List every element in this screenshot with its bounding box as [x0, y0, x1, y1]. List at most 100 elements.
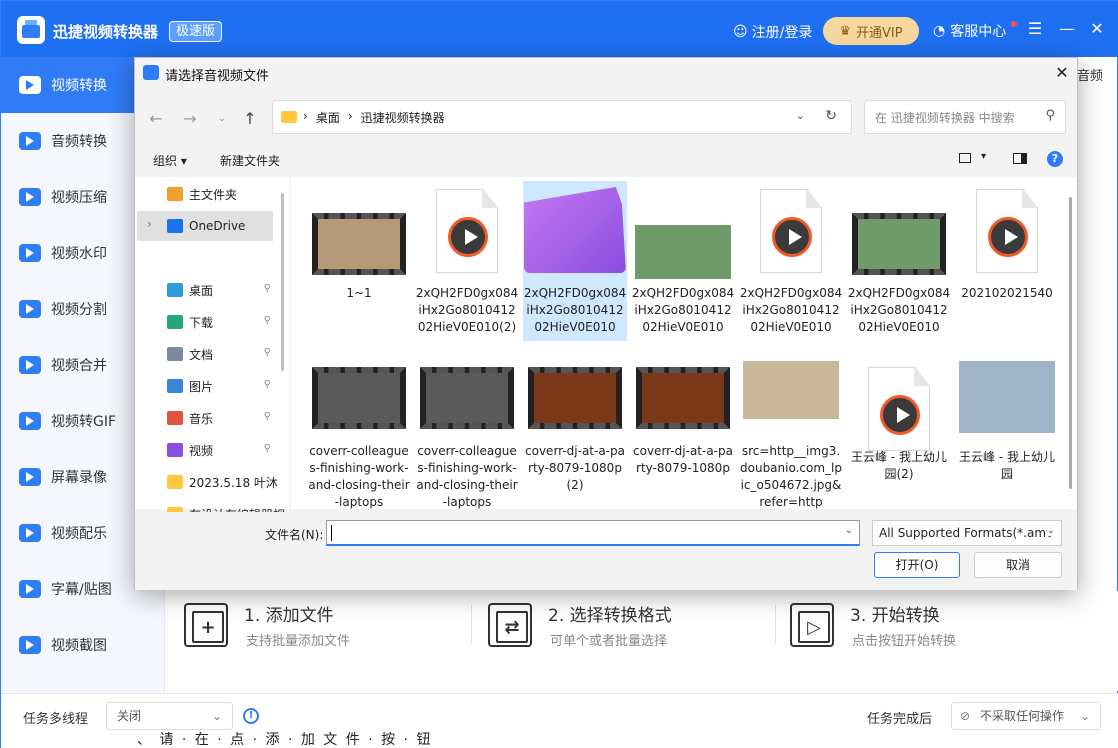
login-button[interactable]: ☺ 注册/登录: [733, 21, 812, 43]
open-button[interactable]: 打开(O): [874, 552, 960, 578]
step-divider: [471, 605, 472, 643]
step-symbol: +: [192, 611, 224, 643]
search-input[interactable]: 在 迅捷视频转换器 中搜索 ⚲: [864, 100, 1066, 134]
sidebar-item-label: 视频分割: [51, 302, 107, 318]
sidebar-item-label: 字幕/贴图: [51, 582, 112, 598]
breadcrumb-item[interactable]: 迅捷视频转换器: [361, 109, 445, 126]
sidebar-item-label: 视频水印: [51, 246, 107, 262]
cancel-button[interactable]: 取消: [974, 552, 1062, 578]
after-task-value: 不采取任何操作: [980, 709, 1065, 723]
file-item[interactable]: src=http__img3.doubanio.com_lpic_o504672…: [739, 359, 843, 509]
file-item[interactable]: 1~1: [307, 181, 411, 341]
expand-chevron-icon[interactable]: ›: [147, 217, 152, 231]
login-label: 注册/登录: [751, 25, 813, 41]
nav-item[interactable]: 2023.5.18 叶沐: [137, 467, 278, 497]
vip-button[interactable]: ♛ 开通VIP: [823, 17, 919, 45]
chevron-down-icon: ⌄: [211, 709, 222, 723]
nav-item[interactable]: 音乐 ⚲: [137, 403, 273, 433]
file-item[interactable]: 2xQH2FD0gx084iHx2Go801041202HieV0E010: [631, 181, 735, 341]
file-scrollbar[interactable]: [1069, 197, 1072, 489]
app-logo-icon: [17, 16, 45, 44]
thumbnail-image: [858, 219, 940, 269]
thumbnail-image: [318, 219, 400, 269]
file-name: 王云峰 - 我上幼儿园: [959, 450, 1055, 481]
video-convert-icon: [19, 76, 41, 94]
folder-icon: [281, 111, 297, 123]
background-tab-text: 音频: [1077, 69, 1104, 84]
file-item[interactable]: 2xQH2FD0gx084iHx2Go801041202HieV0E010: [739, 181, 843, 341]
thumbnail-image: [534, 373, 616, 423]
view-mode-icon[interactable]: [959, 153, 971, 163]
video-screenshot-icon: [19, 636, 41, 654]
file-item[interactable]: 2xQH2FD0gx084iHx2Go801041202HieV0E010(2): [415, 181, 519, 341]
filename-input[interactable]: ⌄: [326, 520, 860, 546]
nav-item[interactable]: 下载 ⚲: [137, 307, 273, 337]
thumbnail-image: [426, 373, 508, 423]
menu-icon[interactable]: ☰: [1025, 19, 1045, 39]
text-caret: [331, 525, 332, 541]
recent-dropdown-icon[interactable]: ⌄: [211, 108, 233, 130]
file-name: 2xQH2FD0gx084iHx2Go801041202HieV0E010: [523, 286, 627, 334]
nav-item[interactable]: 主文件夹: [137, 179, 273, 209]
play-icon: [772, 217, 812, 257]
refresh-icon[interactable]: ↻: [825, 108, 837, 124]
help-icon[interactable]: ?: [1047, 151, 1063, 167]
file-item[interactable]: coverr-colleagues-finishing-work-and-clo…: [307, 359, 411, 509]
view-dropdown-icon[interactable]: ▾: [981, 151, 986, 162]
address-bar[interactable]: › 桌面 › 迅捷视频转换器 ⌄ ↻: [272, 100, 852, 134]
chevron-down-icon[interactable]: ⌄: [796, 109, 805, 122]
sidebar-item-label: 视频截图: [51, 638, 107, 654]
forward-arrow-icon[interactable]: →: [179, 108, 201, 130]
video-thumbnail: [636, 367, 730, 429]
nav-item[interactable]: › OneDrive: [137, 211, 273, 241]
after-task-label: 任务完成后: [867, 712, 933, 727]
nav-item[interactable]: 文档 ⚲: [137, 339, 273, 369]
video-compress-icon: [19, 188, 41, 206]
pin-icon: ⚲: [263, 315, 271, 326]
step-card: ⇄ 2. 选择转换格式 可单个或者批量选择: [488, 601, 768, 671]
nav-item[interactable]: 视频 ⚲: [137, 435, 273, 465]
sidebar-item-label: 视频配乐: [51, 526, 107, 542]
file-item[interactable]: 2xQH2FD0gx084iHx2Go801041202HieV0E010: [523, 181, 627, 341]
minimize-icon[interactable]: —: [1057, 19, 1077, 39]
picture-icon: [167, 379, 183, 393]
nav-item[interactable]: 图片 ⚲: [137, 371, 273, 401]
file-item[interactable]: coverr-dj-at-a-party-8079-1080p: [631, 359, 735, 509]
organize-button[interactable]: 组织 ▾: [153, 152, 187, 169]
nav-scrollbar[interactable]: [281, 193, 284, 371]
step-description: 可单个或者批量选择: [550, 634, 668, 649]
file-name: 2xQH2FD0gx084iHx2Go801041202HieV0E010(2): [415, 286, 519, 334]
thread-select[interactable]: 关闭 ⌄: [106, 702, 233, 730]
sidebar-item[interactable]: 视频截图: [1, 617, 165, 673]
notification-dot: [1011, 21, 1017, 27]
file-type-select[interactable]: All Supported Formats(*.amv ⌄: [872, 520, 1062, 546]
file-item[interactable]: 王云峰 - 我上幼儿园: [955, 359, 1059, 509]
close-icon[interactable]: ✕: [1087, 19, 1107, 39]
back-arrow-icon[interactable]: ←: [145, 108, 167, 130]
nav-item[interactable]: 桌面 ⚲: [137, 275, 273, 305]
file-item[interactable]: coverr-colleagues-finishing-work-and-clo…: [415, 359, 519, 509]
step-title: 3. 开始转换: [850, 606, 940, 626]
app-window: 迅捷视频转换器 极速版 ☺ 注册/登录 ♛ 开通VIP ◔ 客服中心 ☰ — ✕…: [0, 0, 1118, 748]
new-folder-button[interactable]: 新建文件夹: [220, 152, 280, 169]
file-item[interactable]: coverr-dj-at-a-party-8079-1080p(2): [523, 359, 627, 509]
nav-item-label: 图片: [189, 379, 214, 394]
preview-pane-icon[interactable]: [1013, 153, 1027, 164]
background-hint-text: 、 请 · 在 · 点 · 添 · 加 文 件 · 按 · 钮: [137, 732, 433, 748]
step-icon: ▷: [790, 603, 834, 647]
video-thumbnail: [420, 367, 514, 429]
file-item[interactable]: 王云峰 - 我上幼儿园(2): [847, 359, 951, 509]
steps-panel: +1. 添加文件 支持批量添加文件 ⇄ 2. 选择转换格式 可单个或者批量选择 ▷ 3. 开…: [166, 591, 1118, 691]
nav-item-label: 文档: [189, 347, 214, 362]
file-item[interactable]: 202102021540: [955, 181, 1059, 341]
after-task-select[interactable]: ⊘ 不采取任何操作 ⌄: [951, 702, 1101, 730]
info-icon[interactable]: !: [243, 708, 259, 724]
dialog-close-icon[interactable]: ✕: [1051, 62, 1073, 84]
file-item[interactable]: 2xQH2FD0gx084iHx2Go801041202HieV0E010: [847, 181, 951, 341]
support-button[interactable]: ◔ 客服中心: [933, 21, 1006, 41]
chevron-down-icon[interactable]: ⌄: [845, 525, 853, 536]
image-thumbnail: [743, 361, 839, 419]
breadcrumb-item[interactable]: 桌面: [316, 109, 340, 126]
download-icon: [167, 315, 183, 329]
up-arrow-icon[interactable]: ↑: [239, 108, 261, 130]
